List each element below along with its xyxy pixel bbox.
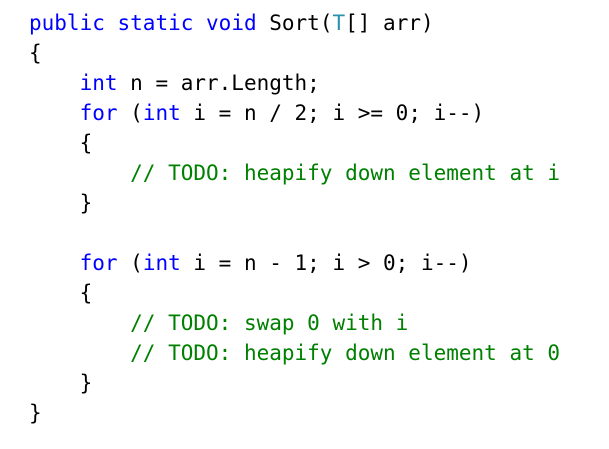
code-keyword: public [29,11,105,35]
code-text: { [79,131,93,155]
code-line: public static void Sort(T[] arr) [29,8,601,38]
code-text: ( [117,251,143,275]
code-text: { [29,41,42,65]
code-line: } [29,368,601,398]
code-line: for (int i = n / 2; i >= 0; i--) [29,98,601,128]
code-keyword: for [79,101,118,125]
code-editor[interactable]: public static void Sort(T[] arr) { int n … [29,8,601,438]
code-keyword: for [79,251,118,275]
code-text: { [79,281,93,305]
code-line: { [29,278,601,308]
code-line: // TODO: heapify down element at i [29,158,601,188]
code-keyword: static [117,11,194,35]
code-comment: // TODO: heapify down element at 0 [130,341,561,365]
code-line: { [29,128,601,158]
code-comment: // TODO: swap 0 with i [130,311,409,335]
code-text: [] arr) [345,11,434,35]
code-line: // TODO: heapify down element at 0 [29,338,601,368]
code-line: } [29,398,601,428]
code-text: } [79,191,93,215]
code-line: { [29,38,601,68]
code-keyword: int [79,71,118,95]
code-comment: // TODO: heapify down element at i [130,161,561,185]
code-text: } [79,371,93,395]
code-keyword: int [142,251,181,275]
code-text: Sort( [256,11,333,35]
code-text: n = arr.Length; [117,71,320,95]
code-line: } [29,188,601,218]
code-type-name: T [332,11,346,35]
code-line: // TODO: swap 0 with i [29,308,601,338]
code-line: int n = arr.Length; [29,68,601,98]
code-keyword: void [206,11,257,35]
code-text: ( [117,101,143,125]
code-text: i = n / 2; i >= 0; i--) [180,101,485,125]
code-text: } [29,401,42,425]
code-keyword: int [142,101,181,125]
code-line: for (int i = n - 1; i > 0; i--) [29,248,601,278]
code-text: i = n - 1; i > 0; i--) [180,251,472,275]
